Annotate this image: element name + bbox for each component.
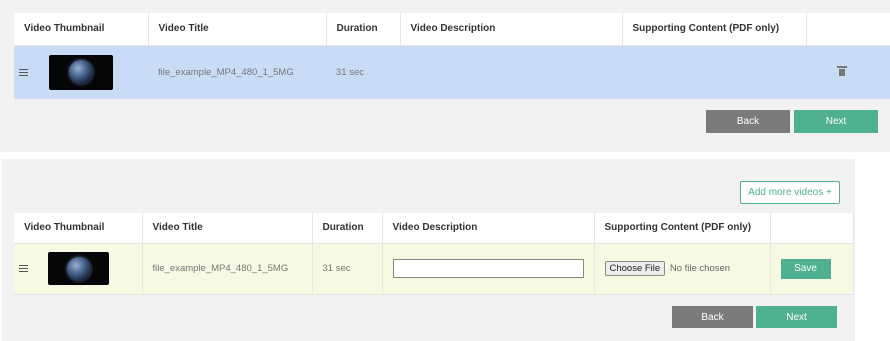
videos-panel-editing: Add more videos + Video Thumbnail Video … — [2, 159, 855, 341]
thumbnail-cell — [14, 45, 148, 99]
trash-icon[interactable] — [837, 65, 847, 76]
videos-table: Video Thumbnail Video Title Duration Vid… — [14, 13, 890, 99]
video-thumbnail — [49, 54, 113, 90]
supporting-content — [622, 45, 806, 99]
actions-cell — [806, 45, 890, 99]
save-button[interactable]: Save — [780, 258, 831, 279]
video-title: file_example_MP4_480_1_5MG — [148, 45, 326, 99]
column-header-description: Video Description — [382, 213, 595, 244]
table-header-row: Video Thumbnail Video Title Duration Vid… — [14, 213, 854, 244]
next-button[interactable]: Next — [794, 110, 878, 133]
videos-table: Video Thumbnail Video Title Duration Vid… — [14, 213, 854, 295]
description-cell — [382, 243, 595, 295]
column-header-supporting-content: Supporting Content (PDF only) — [622, 13, 807, 46]
earth-image — [69, 60, 93, 85]
column-header-title: Video Title — [148, 13, 327, 46]
drag-handle-icon[interactable] — [19, 265, 28, 272]
video-title: file_example_MP4_480_1_5MG — [142, 243, 313, 295]
choose-file-button[interactable]: Choose File — [604, 261, 666, 276]
actions-cell: Save — [770, 243, 854, 295]
video-description — [400, 45, 622, 99]
video-duration: 31 sec — [312, 243, 383, 295]
table-header-row: Video Thumbnail Video Title Duration Vid… — [14, 13, 890, 46]
video-thumbnail — [48, 252, 109, 285]
videos-panel-readonly: Video Thumbnail Video Title Duration Vid… — [0, 0, 890, 152]
column-header-description: Video Description — [400, 13, 623, 46]
earth-image — [66, 256, 91, 281]
table-row[interactable]: file_example_MP4_480_1_5MG 31 sec Choose… — [14, 243, 854, 295]
column-header-duration: Duration — [312, 213, 383, 244]
add-more-videos-button[interactable]: Add more videos + — [740, 181, 840, 204]
video-duration: 31 sec — [326, 45, 400, 99]
column-header-actions — [806, 13, 890, 46]
column-header-actions — [770, 213, 854, 244]
supporting-content-cell: Choose File No file chosen — [594, 243, 771, 295]
column-header-duration: Duration — [326, 13, 401, 46]
thumbnail-cell — [14, 243, 143, 295]
column-header-thumbnail: Video Thumbnail — [14, 13, 149, 46]
column-header-supporting-content: Supporting Content (PDF only) — [594, 213, 771, 244]
drag-handle-icon[interactable] — [19, 68, 28, 76]
table-row[interactable]: file_example_MP4_480_1_5MG 31 sec — [14, 45, 890, 99]
back-button[interactable]: Back — [672, 306, 753, 328]
video-description-input[interactable] — [392, 259, 584, 278]
column-header-title: Video Title — [142, 213, 313, 244]
file-status: No file chosen — [669, 263, 731, 274]
next-button[interactable]: Next — [756, 306, 837, 328]
column-header-thumbnail: Video Thumbnail — [14, 213, 143, 244]
back-button[interactable]: Back — [706, 110, 790, 133]
